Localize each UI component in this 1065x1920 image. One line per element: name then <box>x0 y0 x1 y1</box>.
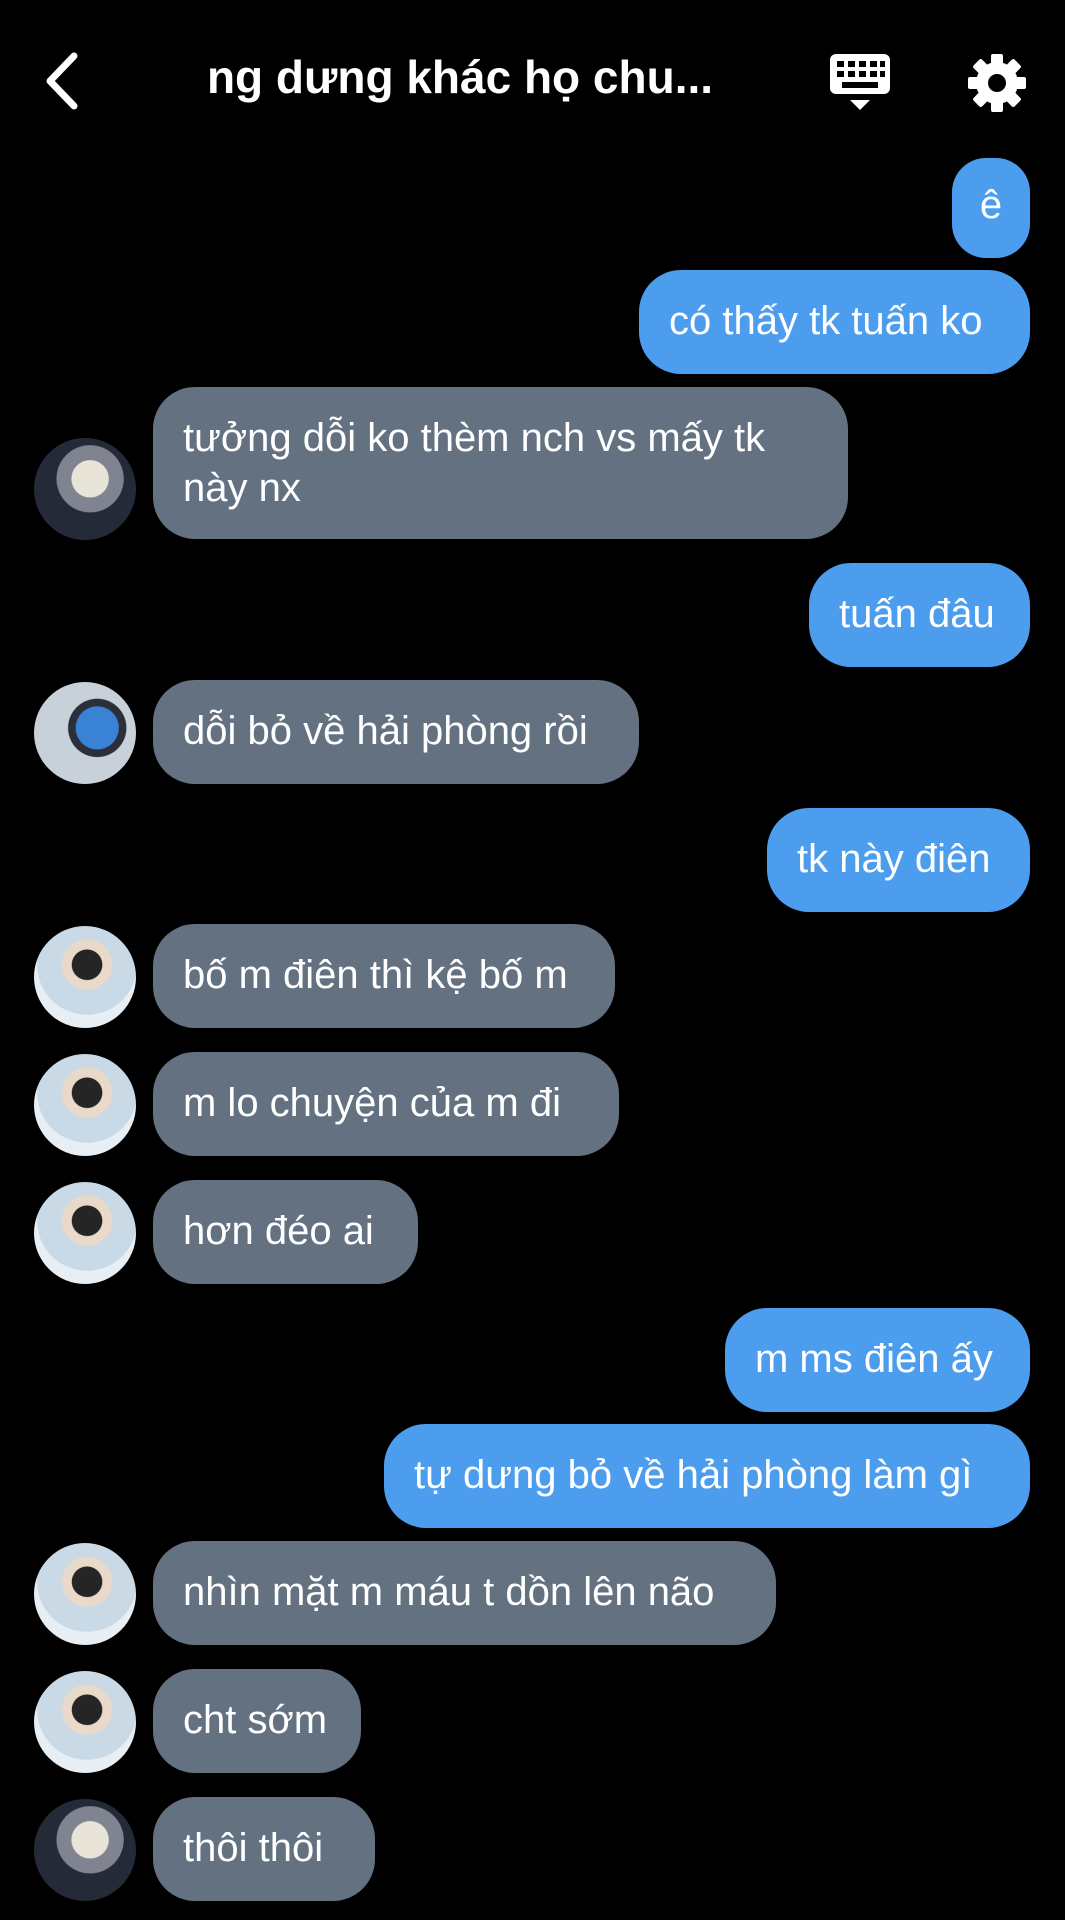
message-bubble-outgoing[interactable]: tuấn đâu <box>809 563 1030 667</box>
message-bubble-incoming[interactable]: m lo chuyện của m đi <box>153 1052 619 1156</box>
avatar[interactable] <box>34 1671 136 1773</box>
message-bubble-outgoing[interactable]: tk này điên <box>767 808 1030 912</box>
avatar[interactable] <box>34 682 136 784</box>
message-bubble-incoming[interactable]: bố m điên thì kệ bố m <box>153 924 615 1028</box>
keyboard-button[interactable] <box>828 52 892 114</box>
message-bubble-incoming[interactable]: dỗi bỏ về hải phòng rồi <box>153 680 639 784</box>
gear-icon <box>968 54 1026 112</box>
avatar[interactable] <box>34 926 136 1028</box>
message-bubble-incoming[interactable]: nhìn mặt m máu t dồn lên não <box>153 1541 776 1645</box>
avatar[interactable] <box>34 1799 136 1901</box>
back-button[interactable] <box>40 48 90 114</box>
chat-title[interactable]: ng dưng khác họ chu... <box>160 50 760 104</box>
avatar[interactable] <box>34 1543 136 1645</box>
message-bubble-outgoing[interactable]: ê <box>952 158 1030 258</box>
avatar[interactable] <box>34 1054 136 1156</box>
keyboard-icon <box>830 54 890 110</box>
chat-header: ng dưng khác họ chu... <box>0 0 1065 160</box>
message-bubble-incoming[interactable]: thôi thôi <box>153 1797 375 1901</box>
avatar[interactable] <box>34 1182 136 1284</box>
message-bubble-incoming[interactable]: hơn đéo ai <box>153 1180 418 1284</box>
message-bubble-incoming[interactable]: tưởng dỗi ko thèm nch vs mấy tk này nx <box>153 387 848 539</box>
chevron-left-icon <box>46 52 78 110</box>
message-bubble-outgoing[interactable]: m ms điên ấy <box>725 1308 1030 1412</box>
message-bubble-incoming[interactable]: cht sớm <box>153 1669 361 1773</box>
avatar[interactable] <box>34 438 136 540</box>
message-bubble-outgoing[interactable]: tự dưng bỏ về hải phòng làm gì <box>384 1424 1030 1528</box>
settings-button[interactable] <box>966 52 1028 114</box>
message-bubble-outgoing[interactable]: có thấy tk tuấn ko <box>639 270 1030 374</box>
